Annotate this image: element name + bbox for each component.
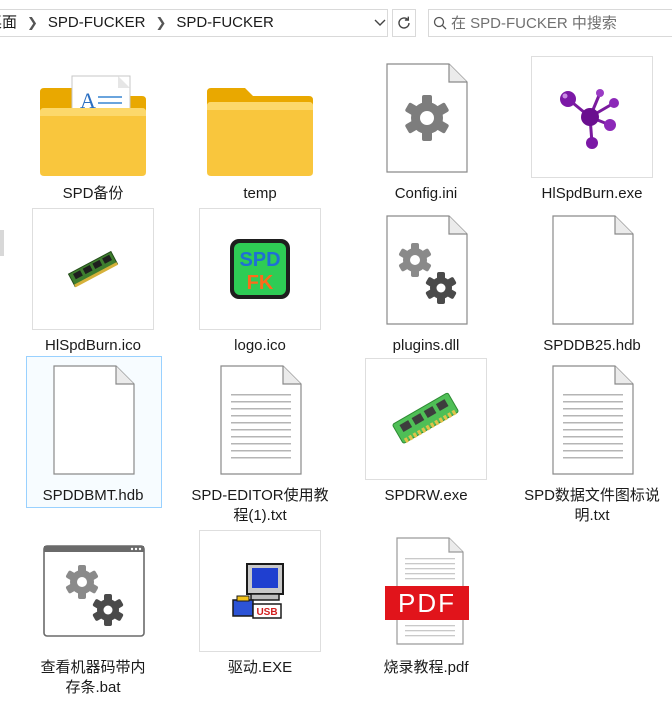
chevron-down-icon	[374, 19, 386, 26]
file-name: Config.ini	[394, 185, 458, 202]
text-file-icon	[531, 358, 653, 480]
refresh-icon	[398, 16, 410, 29]
file-name: 驱动.EXE	[227, 659, 293, 676]
search-input[interactable]	[451, 14, 651, 32]
file-name: plugins.dll	[392, 337, 460, 354]
file-name: SPD备份	[62, 185, 124, 202]
memory-module-icon	[365, 358, 487, 480]
search-icon	[429, 16, 451, 30]
folder-document-icon: A	[32, 56, 154, 178]
settings-file-icon	[365, 56, 487, 178]
file-name: temp	[243, 185, 277, 202]
folder-icon	[199, 56, 321, 178]
file-name: HlSpdBurn.ico	[45, 337, 141, 354]
file-name: SPD数据文件图标说明.txt	[524, 487, 660, 524]
breadcrumb-chevron-icon[interactable]: ❯	[151, 15, 170, 31]
pdf-badge-text: PDF	[398, 588, 456, 618]
address-toolbar: 桌面 ❯ SPD-FUCKER ❯ SPD-FUCKER	[0, 0, 672, 46]
search-box[interactable]	[428, 9, 672, 37]
address-history-dropdown[interactable]	[372, 12, 388, 34]
logo-text-fk: FK	[247, 272, 274, 294]
blank-file-icon	[32, 358, 154, 480]
batch-window-icon	[32, 530, 154, 652]
file-name: SPD-EDITOR使用教程(1).txt	[191, 487, 329, 524]
memory-stick-icon	[32, 208, 154, 330]
svg-text:USB: USB	[256, 607, 277, 618]
file-name: SPDDB25.hdb	[543, 337, 641, 354]
navigation-pane-edge[interactable]	[0, 230, 4, 256]
address-bar[interactable]: 桌面 ❯ SPD-FUCKER ❯ SPD-FUCKER	[0, 9, 388, 37]
file-name: logo.ico	[234, 337, 286, 354]
pdf-file-icon: PDF	[365, 530, 487, 652]
file-name: 烧录教程.pdf	[383, 659, 469, 676]
breadcrumb-spd-fucker-parent[interactable]: SPD-FUCKER	[42, 10, 152, 36]
file-name: SPDRW.exe	[384, 487, 468, 504]
refresh-button[interactable]	[392, 9, 416, 37]
breadcrumb-desktop[interactable]: 桌面	[0, 10, 23, 36]
file-name: SPDDBMT.hdb	[42, 487, 144, 504]
blank-file-icon	[531, 208, 653, 330]
dll-gears-icon	[365, 208, 487, 330]
molecule-icon	[531, 56, 653, 178]
spd-fk-logo-icon: SPD FK	[199, 208, 321, 330]
breadcrumb-chevron-icon[interactable]: ❯	[23, 15, 42, 31]
file-name: HlSpdBurn.exe	[541, 185, 643, 202]
file-name: 查看机器码带内存条.bat	[40, 659, 146, 696]
breadcrumb-spd-fucker-current[interactable]: SPD-FUCKER	[170, 10, 280, 36]
logo-text-spd: SPD	[239, 249, 280, 271]
usb-computer-icon: USB	[199, 530, 321, 652]
text-file-icon	[199, 358, 321, 480]
